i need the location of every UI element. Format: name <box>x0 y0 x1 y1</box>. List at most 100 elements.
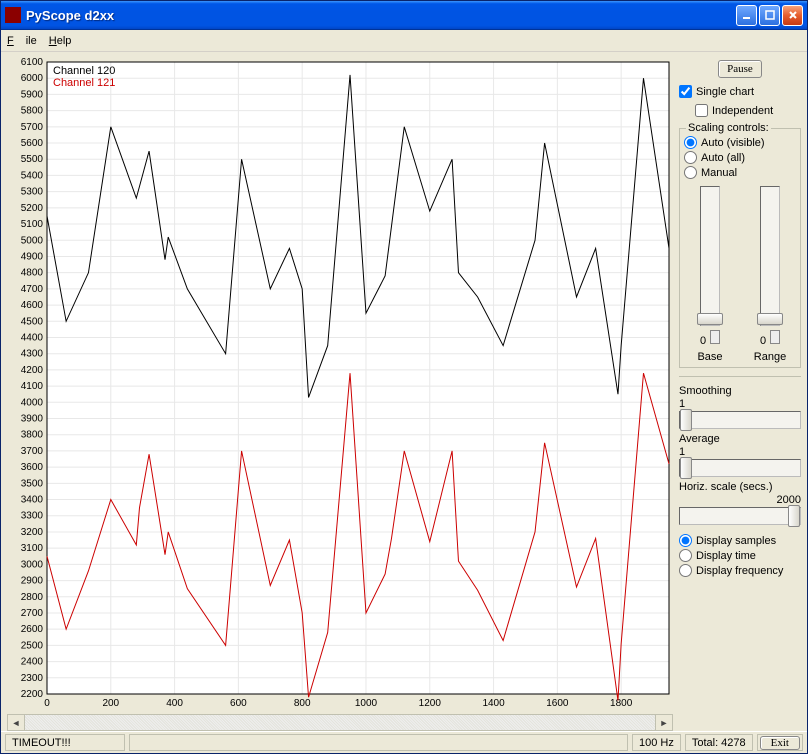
status-rate: 100 Hz <box>632 734 681 751</box>
svg-text:4100: 4100 <box>21 381 44 392</box>
svg-text:5200: 5200 <box>21 203 44 214</box>
svg-text:3700: 3700 <box>21 446 44 457</box>
menu-file[interactable]: File <box>7 35 37 47</box>
svg-text:3100: 3100 <box>21 543 44 554</box>
svg-text:Channel 120: Channel 120 <box>53 65 115 77</box>
scroll-left-button[interactable]: ◄ <box>8 715 25 730</box>
scaling-groupbox: Scaling controls: Auto (visible) Auto (a… <box>679 128 801 368</box>
svg-text:4800: 4800 <box>21 268 44 279</box>
svg-text:4600: 4600 <box>21 300 44 311</box>
smoothing-control: Smoothing 1 <box>679 385 801 429</box>
display-samples-radio[interactable]: Display samples <box>679 533 801 548</box>
svg-text:4400: 4400 <box>21 332 44 343</box>
app-window: PyScope d2xx File Help 22002300240025002… <box>0 0 808 754</box>
svg-text:2900: 2900 <box>21 576 44 587</box>
scale-manual-radio[interactable]: Manual <box>684 165 796 180</box>
horiz-scale-value: 2000 <box>679 494 801 506</box>
minimize-button[interactable] <box>736 5 757 26</box>
svg-text:3400: 3400 <box>21 495 44 506</box>
single-chart-label: Single chart <box>696 86 754 98</box>
display-time-radio[interactable]: Display time <box>679 548 801 563</box>
average-slider[interactable] <box>679 459 801 477</box>
scroll-track[interactable] <box>25 715 655 730</box>
svg-text:200: 200 <box>102 698 119 709</box>
svg-text:1800: 1800 <box>610 698 633 709</box>
pause-button[interactable]: Pause <box>718 60 762 78</box>
single-chart-checkbox[interactable]: Single chart <box>679 84 801 99</box>
smoothing-label: Smoothing <box>679 385 801 397</box>
range-value: 0 <box>760 335 766 347</box>
side-panel: Pause Single chart Independent Scaling c… <box>679 58 801 731</box>
svg-text:4000: 4000 <box>21 397 44 408</box>
chart-pane: 2200 2300 2400 2500 2600 2700 2800 2900 3000 3100… <box>7 58 673 731</box>
independent-label: Independent <box>712 105 773 117</box>
scroll-right-button[interactable]: ► <box>655 715 672 730</box>
status-spacer <box>129 734 628 751</box>
maximize-button[interactable] <box>759 5 780 26</box>
svg-text:400: 400 <box>166 698 183 709</box>
svg-text:Channel 121: Channel 121 <box>53 77 115 89</box>
svg-text:2500: 2500 <box>21 640 44 651</box>
svg-text:1400: 1400 <box>482 698 505 709</box>
chart-box: 2200 2300 2400 2500 2600 2700 2800 2900 3000 3100… <box>7 58 673 712</box>
svg-text:1000: 1000 <box>355 698 378 709</box>
average-value: 1 <box>679 446 801 458</box>
base-label: Base <box>697 351 722 363</box>
statusbar: TIMEOUT!!! 100 Hz Total: 4278 Exit <box>1 731 807 753</box>
base-slider[interactable]: 0 Base <box>687 186 733 363</box>
svg-text:2200: 2200 <box>21 689 44 700</box>
horizontal-scrollbar[interactable]: ◄ ► <box>7 714 673 731</box>
exit-button[interactable]: Exit <box>760 736 800 750</box>
svg-text:4900: 4900 <box>21 251 44 262</box>
titlebar[interactable]: PyScope d2xx <box>1 1 807 30</box>
svg-text:3800: 3800 <box>21 430 44 441</box>
svg-text:800: 800 <box>294 698 311 709</box>
close-button[interactable] <box>782 5 803 26</box>
content-area: 2200 2300 2400 2500 2600 2700 2800 2900 3000 3100… <box>1 52 807 731</box>
horiz-scale-label: Horiz. scale (secs.) <box>679 481 801 493</box>
svg-text:0: 0 <box>44 698 50 709</box>
svg-text:3000: 3000 <box>21 559 44 570</box>
svg-text:2600: 2600 <box>21 624 44 635</box>
average-label: Average <box>679 433 801 445</box>
scale-auto-all-radio[interactable]: Auto (all) <box>684 150 796 165</box>
svg-text:5300: 5300 <box>21 187 44 198</box>
app-icon <box>5 7 21 23</box>
svg-text:4500: 4500 <box>21 316 44 327</box>
status-total: Total: 4278 <box>685 734 753 751</box>
svg-text:3300: 3300 <box>21 511 44 522</box>
svg-text:3600: 3600 <box>21 462 44 473</box>
svg-text:1600: 1600 <box>546 698 569 709</box>
independent-checkbox[interactable]: Independent <box>679 103 801 118</box>
menu-help[interactable]: Help <box>49 35 72 47</box>
svg-text:4300: 4300 <box>21 349 44 360</box>
svg-text:4200: 4200 <box>21 365 44 376</box>
smoothing-slider[interactable] <box>679 411 801 429</box>
scaling-title: Scaling controls: <box>686 122 771 134</box>
svg-text:5400: 5400 <box>21 170 44 181</box>
horiz-scale-slider[interactable] <box>679 507 801 525</box>
svg-text:3900: 3900 <box>21 414 44 425</box>
window-title: PyScope d2xx <box>26 8 734 23</box>
svg-text:600: 600 <box>230 698 247 709</box>
range-label: Range <box>754 351 786 363</box>
horiz-scale-control: Horiz. scale (secs.) 2000 <box>679 481 801 525</box>
svg-text:5500: 5500 <box>21 154 44 165</box>
svg-text:6100: 6100 <box>21 58 44 68</box>
svg-text:2300: 2300 <box>21 673 44 684</box>
svg-text:2800: 2800 <box>21 592 44 603</box>
svg-text:5700: 5700 <box>21 122 44 133</box>
chart-canvas: 2200 2300 2400 2500 2600 2700 2800 2900 3000 3100… <box>7 58 673 712</box>
svg-text:5900: 5900 <box>21 89 44 100</box>
display-frequency-radio[interactable]: Display frequency <box>679 563 801 578</box>
svg-text:2700: 2700 <box>21 608 44 619</box>
svg-text:1200: 1200 <box>419 698 442 709</box>
scale-auto-visible-radio[interactable]: Auto (visible) <box>684 135 796 150</box>
range-slider[interactable]: 0 Range <box>747 186 793 363</box>
svg-text:2400: 2400 <box>21 657 44 668</box>
svg-text:5100: 5100 <box>21 219 44 230</box>
svg-text:4700: 4700 <box>21 284 44 295</box>
svg-text:5000: 5000 <box>21 235 44 246</box>
status-message: TIMEOUT!!! <box>5 734 125 751</box>
svg-text:3200: 3200 <box>21 527 44 538</box>
